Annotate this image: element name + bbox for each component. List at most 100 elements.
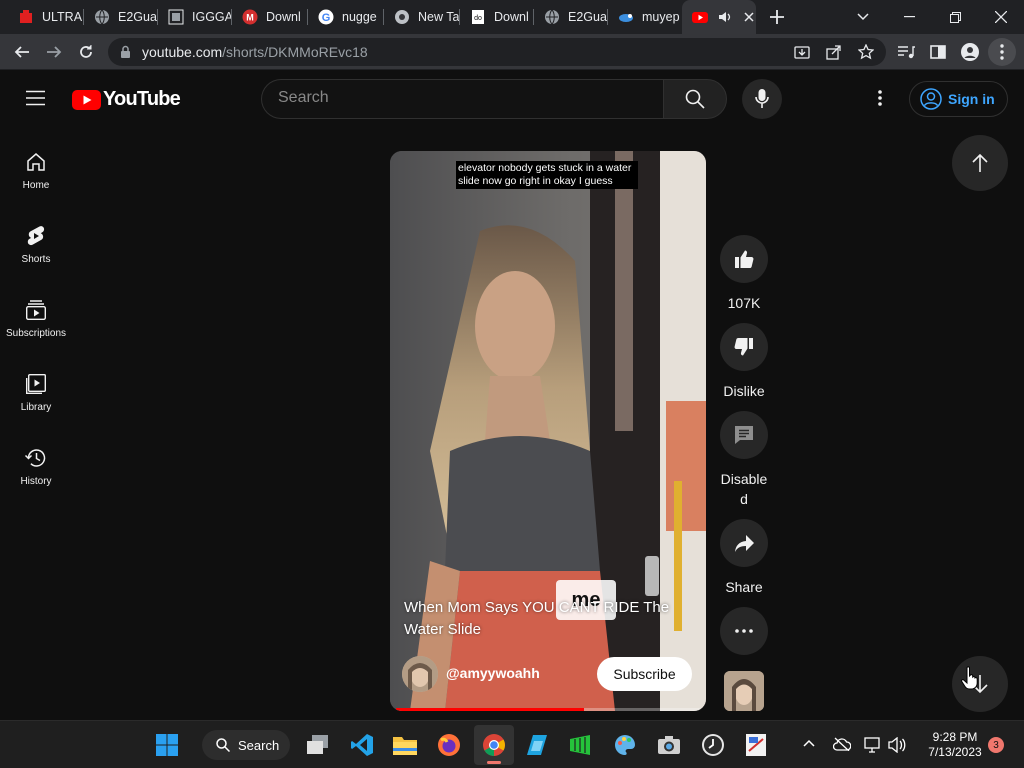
share-label: Share — [725, 579, 763, 595]
more-actions-button[interactable] — [720, 607, 768, 655]
back-button[interactable] — [8, 38, 36, 66]
guide-item-subscriptions[interactable]: Subscriptions — [0, 282, 72, 352]
guide-item-library[interactable]: Library — [0, 356, 72, 426]
notification-badge[interactable]: 3 — [988, 737, 1004, 753]
like-action[interactable]: 107K — [720, 235, 768, 313]
snipping-tool-icon[interactable] — [740, 729, 772, 761]
svg-text:do: do — [474, 15, 482, 22]
guide-item-history[interactable]: History — [0, 430, 72, 500]
reload-button[interactable] — [72, 38, 100, 66]
guide-item-shorts[interactable]: Shorts — [0, 208, 72, 278]
youtube-logo[interactable]: YouTube — [72, 88, 181, 111]
arrow-up-icon — [972, 153, 988, 172]
previous-short-button[interactable] — [952, 135, 1008, 191]
hamburger-menu-icon[interactable] — [26, 90, 45, 106]
browser-tab[interactable]: New Ta — [384, 0, 460, 34]
network-icon[interactable] — [864, 737, 882, 753]
share-page-icon[interactable] — [826, 44, 842, 60]
close-window-button[interactable] — [978, 0, 1024, 34]
search-box[interactable] — [261, 79, 664, 119]
taskbar-search[interactable]: Search — [202, 730, 290, 760]
browser-tab[interactable]: E2Gua — [534, 0, 608, 34]
short-title[interactable]: When Mom Says YOU CANT RIDE The Water Sl… — [404, 597, 694, 641]
side-panel-icon[interactable] — [924, 38, 952, 66]
shorts-icon — [27, 226, 45, 246]
more-actions[interactable] — [720, 607, 768, 655]
subscriptions-icon — [26, 300, 47, 321]
video-caption-text: elevator nobody gets stuck in a water sl… — [456, 161, 638, 189]
speaker-icon[interactable] — [718, 10, 732, 24]
active-tab-youtube[interactable] — [682, 0, 756, 34]
like-button[interactable] — [720, 235, 768, 283]
history-icon — [24, 449, 46, 467]
progress-fill — [396, 708, 585, 711]
spreadsheet-app-icon[interactable] — [564, 729, 596, 761]
browser-tab[interactable]: muyep — [608, 0, 682, 34]
browser-tab[interactable]: ULTRA — [8, 0, 84, 34]
sign-in-button[interactable]: Sign in — [909, 81, 1008, 117]
globe-icon — [544, 9, 560, 25]
youtube-icon — [692, 9, 708, 25]
share-action[interactable]: Share — [720, 519, 768, 597]
chrome-taskbar-icon[interactable] — [474, 725, 514, 765]
search-input[interactable] — [278, 89, 648, 107]
paint-palette-icon[interactable] — [609, 729, 641, 761]
system-clock[interactable]: 9:28 PM 7/13/2023 — [920, 730, 990, 760]
active-app-indicator — [487, 761, 501, 764]
media-controls-icon[interactable] — [892, 38, 920, 66]
lock-icon[interactable] — [120, 45, 131, 59]
install-app-icon[interactable] — [794, 44, 810, 60]
browser-tab[interactable]: E2Gua — [84, 0, 158, 34]
comments-button[interactable] — [720, 411, 768, 459]
close-tab-icon[interactable] — [744, 12, 754, 22]
chrome-icon — [394, 9, 410, 25]
globe-icon — [94, 9, 110, 25]
vscode-icon[interactable] — [346, 729, 378, 761]
address-bar[interactable]: youtube.com/shorts/DKMMoREvc18 — [108, 38, 886, 66]
forward-button[interactable] — [40, 38, 68, 66]
new-tab-button[interactable] — [754, 0, 800, 34]
restore-button[interactable] — [932, 0, 978, 34]
dislike-action[interactable]: Dislike — [720, 323, 768, 401]
firefox-icon[interactable] — [433, 729, 465, 761]
show-hidden-icons-chevron[interactable] — [803, 739, 815, 747]
shorts-video-player[interactable]: elevator nobody gets stuck in a water sl… — [390, 151, 706, 711]
browser-tab[interactable]: IGGGA — [158, 0, 232, 34]
bookmark-star-icon[interactable] — [858, 44, 874, 60]
task-view-icon[interactable] — [302, 729, 334, 761]
file-explorer-icon[interactable] — [389, 729, 421, 761]
volume-icon[interactable] — [888, 737, 906, 753]
browser-toolbar: youtube.com/shorts/DKMMoREvc18 — [0, 34, 1024, 70]
comments-disabled-label: Disabled — [720, 471, 768, 507]
clock-app-icon[interactable] — [697, 729, 729, 761]
hand-cursor-icon — [961, 666, 979, 690]
profile-icon[interactable] — [956, 38, 984, 66]
search-button[interactable] — [663, 79, 727, 119]
browser-tab[interactable]: M Downl — [232, 0, 308, 34]
minimize-button[interactable] — [886, 0, 932, 34]
subscribe-button[interactable]: Subscribe — [597, 657, 692, 691]
video-progress-bar[interactable] — [396, 708, 700, 711]
browser-tab[interactable]: do Downl — [460, 0, 534, 34]
more-options-icon[interactable] — [878, 90, 882, 106]
dislike-label: Dislike — [723, 383, 765, 399]
channel-avatar[interactable] — [402, 656, 438, 692]
youtube-logo-icon — [72, 89, 101, 110]
onedrive-offline-icon[interactable] — [833, 737, 851, 751]
camera-app-icon[interactable] — [653, 729, 685, 761]
voice-search-button[interactable] — [742, 79, 782, 119]
azure-data-studio-icon[interactable] — [521, 729, 553, 761]
comments-action[interactable]: Disabled — [720, 411, 768, 509]
guide-item-home[interactable]: Home — [0, 134, 72, 204]
search-icon — [216, 738, 230, 752]
like-count: 107K — [727, 295, 761, 311]
tab-strip: ULTRA E2Gua IGGGA M Downl G nugge New Ta… — [0, 0, 1024, 34]
browser-tab[interactable]: G nugge — [308, 0, 384, 34]
share-button[interactable] — [720, 519, 768, 567]
browser-menu-icon[interactable] — [988, 38, 1016, 66]
tab-search-chevron-icon[interactable] — [840, 0, 886, 34]
windows-start-icon[interactable] — [151, 729, 183, 761]
dislike-button[interactable] — [720, 323, 768, 371]
sound-thumbnail[interactable] — [724, 671, 764, 711]
channel-name[interactable]: @amyywoahh — [446, 665, 540, 681]
